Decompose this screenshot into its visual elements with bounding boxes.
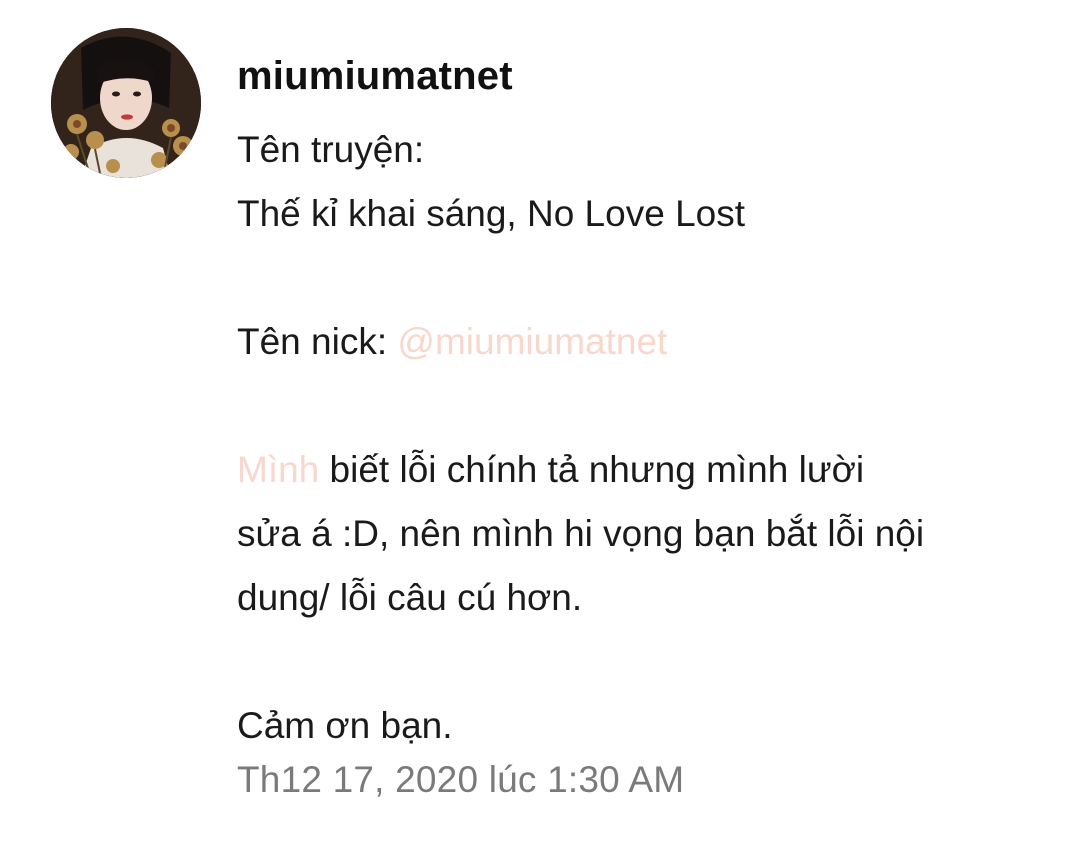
- message-body: Tên truyện: Thế kỉ khai sáng, No Love Lo…: [237, 118, 1037, 758]
- note-text-1: biết lỗi chính tả nhưng mình lười: [319, 449, 865, 490]
- note-line-3: dung/ lỗi câu cú hơn.: [237, 577, 583, 618]
- story-title-value: Thế kỉ khai sáng, No Love Lost: [237, 193, 746, 234]
- message-timestamp: Th12 17, 2020 lúc 1:30 AM: [237, 759, 685, 800]
- highlighted-word[interactable]: Mình: [237, 449, 319, 490]
- note-line-1: Mình biết lỗi chính tả nhưng mình lười: [237, 438, 1037, 502]
- nickname-line: Tên nick: @miumiumatnet: [237, 310, 1037, 374]
- thanks-line: Cảm ơn bạn.: [237, 705, 453, 746]
- chat-message: miumiumatnet Tên truyện: Thế kỉ khai sán…: [0, 0, 1080, 851]
- avatar-image: [51, 28, 201, 178]
- avatar[interactable]: [51, 28, 201, 178]
- story-title-label: Tên truyện:: [237, 129, 425, 170]
- nickname-label: Tên nick:: [237, 321, 398, 362]
- note-line-2: sửa á :D, nên mình hi vọng bạn bắt lỗi n…: [237, 513, 925, 554]
- mention-link[interactable]: @miumiumatnet: [397, 321, 667, 362]
- author-name[interactable]: miumiumatnet: [237, 48, 513, 104]
